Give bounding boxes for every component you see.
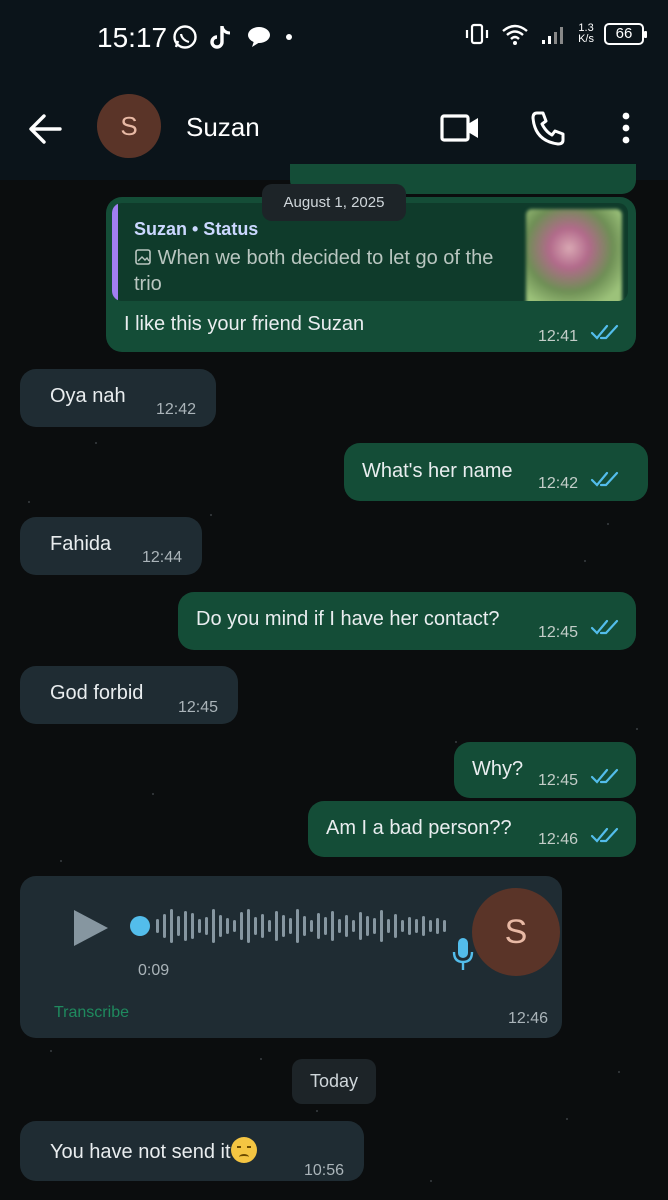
message-text: Do you mind if I have her contact? (196, 608, 500, 630)
message-time: 12:44 (142, 549, 183, 566)
video-call-button[interactable] (436, 104, 484, 152)
status-thumbnail (526, 209, 622, 301)
voice-duration: 0:09 (138, 962, 170, 979)
battery-indicator: 66 (604, 23, 647, 45)
video-camera-icon (440, 114, 478, 142)
message-time: 12:46 (538, 831, 579, 848)
message-bubble-out[interactable]: Do you mind if I have her contact? 12:45 (178, 592, 636, 650)
play-button[interactable] (70, 906, 114, 950)
network-speed: 1.3 K/s (578, 22, 594, 45)
phone-icon (531, 111, 565, 146)
date-separator: August 1, 2025 (262, 184, 406, 221)
message-time: 12:42 (538, 475, 579, 492)
message-text: Why? (472, 758, 524, 780)
message-time: 12:45 (538, 624, 579, 641)
message-time: 12:45 (178, 699, 219, 716)
read-receipt-icon (590, 619, 619, 635)
signal-icon (542, 27, 564, 44)
playback-knob[interactable] (130, 916, 150, 936)
message-time: 12:41 (538, 328, 579, 345)
message-text: Oya nah (50, 385, 126, 407)
message-text: You have not send it (50, 1137, 257, 1165)
voice-call-button[interactable] (524, 104, 572, 152)
sender-avatar[interactable]: S (472, 888, 560, 976)
contact-avatar[interactable]: S (97, 94, 161, 158)
more-options-button[interactable] (602, 104, 650, 152)
vibrate-icon (465, 23, 489, 45)
chat-bubble-icon (248, 27, 270, 47)
message-time: 12:46 (507, 1010, 548, 1027)
audio-waveform[interactable] (130, 906, 446, 946)
read-receipt-icon (590, 827, 619, 843)
quote-accent-bar (112, 203, 118, 301)
read-receipt-icon (590, 768, 619, 784)
message-text: God forbid (50, 682, 144, 704)
message-text: Am I a bad person?? (326, 817, 512, 839)
notification-icons (172, 24, 294, 50)
message-bubble-in[interactable]: You have not send it 10:56 (20, 1121, 364, 1181)
message-bubble-out[interactable]: Why? 12:45 (454, 742, 636, 798)
image-icon (135, 249, 151, 265)
read-receipt-icon (590, 471, 619, 487)
transcribe-link[interactable]: Transcribe (54, 1004, 129, 1022)
mic-icon (452, 936, 474, 976)
message-time: 12:45 (538, 772, 579, 789)
kebab-menu-icon (622, 112, 630, 144)
message-text: I like this your friend Suzan (124, 313, 365, 335)
wifi-icon (502, 24, 528, 45)
status-bar: 15:17 1.3 K/s 66 (0, 0, 668, 76)
message-bubble-in[interactable]: Oya nah 12:42 (20, 369, 216, 427)
quote-text: When we both decided to let go of the tr… (134, 247, 494, 295)
play-icon (74, 910, 108, 946)
message-text: What's her name (362, 460, 513, 482)
message-time: 12:42 (156, 401, 197, 418)
back-button[interactable] (22, 106, 68, 152)
voice-note-bubble[interactable]: 0:09 S Transcribe 12:46 (20, 876, 562, 1038)
message-bubble-in[interactable]: Fahida 12:44 (20, 517, 202, 575)
message-time: 10:56 (304, 1162, 345, 1179)
message-bubble-out[interactable]: Am I a bad person?? 12:46 (308, 801, 636, 857)
message-text: Fahida (50, 533, 112, 555)
message-bubble-in[interactable]: God forbid 12:45 (20, 666, 238, 724)
message-bubble-out[interactable]: What's her name 12:42 (344, 443, 648, 501)
arrow-left-icon (29, 114, 62, 144)
read-receipt-icon (590, 324, 619, 340)
contact-name[interactable]: Suzan (186, 112, 260, 143)
dot-icon (286, 34, 292, 40)
whatsapp-icon (173, 25, 197, 49)
quote-author: Suzan • Status (134, 219, 259, 239)
tiktok-icon (210, 26, 231, 49)
system-icons: 1.3 K/s 66 (464, 22, 647, 46)
status-time: 15:17 (97, 22, 168, 53)
date-separator: Today (292, 1059, 376, 1104)
sad-face-emoji-icon (230, 1137, 257, 1163)
